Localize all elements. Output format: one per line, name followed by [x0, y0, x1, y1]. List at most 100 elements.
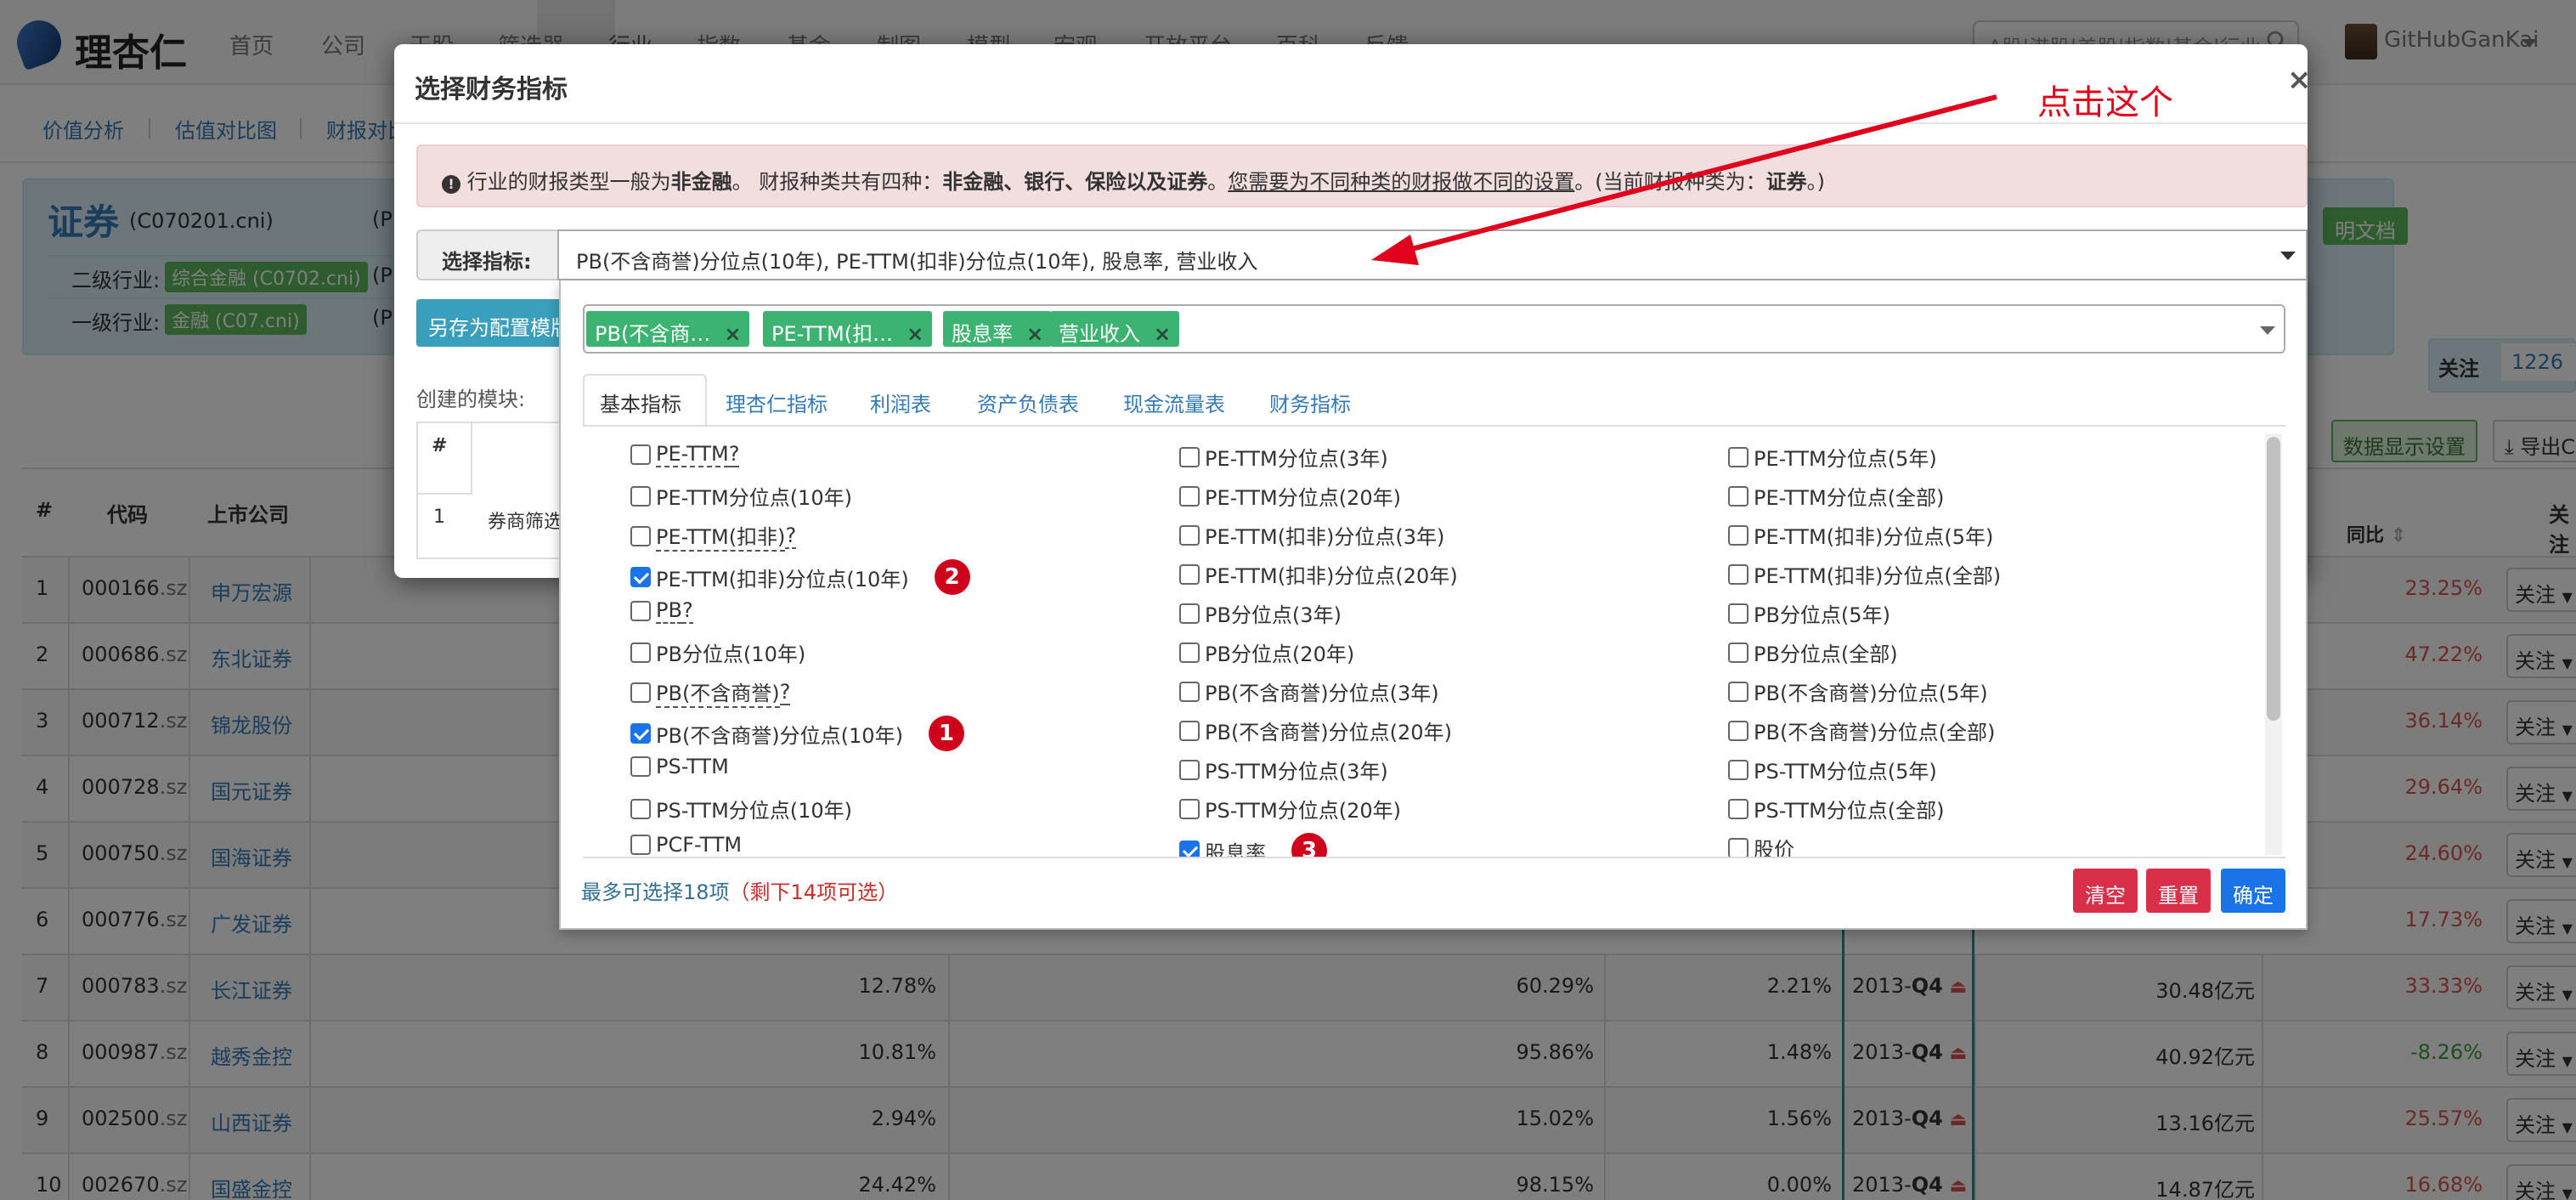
- tab-indicator-category[interactable]: 理杏仁指标: [726, 388, 828, 417]
- checkbox[interactable]: [630, 798, 651, 819]
- selected-tag[interactable]: PB(不含商… ×: [586, 311, 750, 347]
- checkbox[interactable]: [630, 485, 651, 507]
- option-label[interactable]: PB分位点(3年): [1205, 598, 1342, 628]
- option-label[interactable]: PB(不含商誉)分位点(5年): [1754, 676, 1988, 706]
- option-label[interactable]: PS-TTM: [656, 755, 729, 778]
- option-label[interactable]: PE-TTM(扣非)分位点(全部): [1754, 559, 2001, 589]
- checkbox[interactable]: [630, 567, 651, 587]
- close-icon[interactable]: ×: [2287, 63, 2312, 97]
- indicator-option[interactable]: PE-TTM分位点(全部): [1728, 481, 1944, 511]
- remove-tag-icon[interactable]: ×: [907, 322, 924, 346]
- option-label[interactable]: PE-TTM分位点(3年): [1205, 442, 1388, 472]
- option-label[interactable]: PE-TTM分位点(全部): [1754, 481, 1944, 511]
- checkbox[interactable]: [1728, 563, 1748, 585]
- indicator-option[interactable]: PE-TTM分位点(5年): [1728, 442, 1937, 472]
- selected-tag[interactable]: 营业收入 ×: [1050, 311, 1180, 347]
- indicator-option[interactable]: PE-TTM分位点(10年): [630, 481, 852, 511]
- checkbox[interactable]: [1179, 446, 1200, 467]
- selected-tag[interactable]: 股息率 ×: [943, 311, 1053, 347]
- indicator-option[interactable]: PB(不含商誉)分位点(3年): [1179, 676, 1439, 706]
- option-label[interactable]: 股息率: [1205, 836, 1266, 858]
- option-label[interactable]: PE-TTM(扣非): [656, 520, 786, 552]
- option-label[interactable]: PB分位点(5年): [1754, 598, 1890, 628]
- checkbox[interactable]: [630, 682, 651, 703]
- module-name[interactable]: 券商筛选: [488, 507, 564, 534]
- indicator-option[interactable]: 股息率 3: [1179, 833, 1327, 857]
- checkbox[interactable]: [630, 601, 651, 621]
- checkbox[interactable]: [1728, 759, 1748, 780]
- option-label[interactable]: PS-TTM分位点(20年): [1205, 794, 1401, 824]
- checkbox[interactable]: [630, 723, 651, 744]
- option-label[interactable]: PB(不含商誉)分位点(20年): [1205, 716, 1452, 745]
- remove-tag-icon[interactable]: ×: [1026, 322, 1043, 346]
- indicator-option[interactable]: PB分位点(20年): [1179, 637, 1354, 667]
- option-label[interactable]: 股价: [1754, 833, 1794, 857]
- indicator-option[interactable]: PB(不含商誉)分位点(全部): [1728, 716, 1995, 745]
- option-label[interactable]: PCF-TTM: [656, 833, 742, 857]
- checkbox[interactable]: [630, 642, 651, 663]
- checkbox[interactable]: [1179, 485, 1200, 507]
- clear-button[interactable]: 清空: [2073, 869, 2138, 913]
- option-label[interactable]: PE-TTM分位点(20年): [1205, 481, 1401, 511]
- indicator-option[interactable]: PB分位点(5年): [1728, 598, 1890, 628]
- indicator-option[interactable]: PCF-TTM: [630, 833, 742, 857]
- checkbox[interactable]: [1728, 603, 1748, 624]
- checkbox[interactable]: [630, 444, 651, 465]
- help-question-icon[interactable]: ?: [728, 442, 740, 467]
- checkbox[interactable]: [1728, 798, 1748, 819]
- checkbox[interactable]: [1728, 642, 1748, 663]
- indicator-option[interactable]: 股价: [1728, 833, 1794, 857]
- checkbox[interactable]: [1179, 841, 1200, 857]
- indicator-option[interactable]: PB?: [630, 598, 693, 624]
- checkbox[interactable]: [1728, 524, 1748, 546]
- tab-indicator-category[interactable]: 资产负债表: [977, 388, 1079, 417]
- option-label[interactable]: PB: [656, 598, 682, 624]
- indicator-option[interactable]: PE-TTM?: [630, 442, 740, 467]
- indicator-option[interactable]: PB(不含商誉)?: [630, 676, 791, 708]
- checkbox[interactable]: [1179, 759, 1200, 780]
- indicator-option[interactable]: PE-TTM分位点(20年): [1179, 481, 1401, 511]
- option-label[interactable]: PB(不含商誉)分位点(全部): [1754, 716, 1995, 745]
- checkbox[interactable]: [1179, 720, 1200, 741]
- option-label[interactable]: PB分位点(10年): [656, 637, 805, 667]
- tags-caret-icon[interactable]: [2260, 326, 2275, 335]
- checkbox[interactable]: [1728, 720, 1748, 741]
- indicator-option[interactable]: PE-TTM(扣非)分位点(5年): [1728, 520, 1993, 550]
- indicator-option[interactable]: PE-TTM分位点(3年): [1179, 442, 1388, 472]
- tab-indicator-category[interactable]: 现金流量表: [1123, 388, 1225, 417]
- remove-tag-icon[interactable]: ×: [1154, 322, 1171, 346]
- checkbox[interactable]: [1728, 485, 1748, 507]
- option-label[interactable]: PE-TTM(扣非)分位点(10年): [656, 563, 909, 592]
- indicator-option[interactable]: PS-TTM分位点(全部): [1728, 794, 1945, 824]
- indicator-option[interactable]: PB分位点(10年): [630, 637, 805, 667]
- option-label[interactable]: PB(不含商誉)分位点(3年): [1205, 676, 1439, 706]
- option-label[interactable]: PB分位点(全部): [1754, 637, 1898, 667]
- indicator-option[interactable]: PB(不含商誉)分位点(5年): [1728, 676, 1988, 706]
- checkbox[interactable]: [1728, 837, 1748, 857]
- option-label[interactable]: PS-TTM分位点(5年): [1754, 755, 1937, 784]
- tab-indicator-category[interactable]: 利润表: [870, 388, 931, 417]
- help-question-icon[interactable]: ?: [779, 680, 791, 705]
- option-label[interactable]: PE-TTM分位点(10年): [656, 481, 852, 511]
- remove-tag-icon[interactable]: ×: [724, 322, 741, 346]
- tab-indicator-category[interactable]: 基本指标: [600, 388, 681, 417]
- option-label[interactable]: PS-TTM分位点(全部): [1754, 794, 1945, 824]
- scrollbar-thumb[interactable]: [2267, 437, 2280, 721]
- checkbox[interactable]: [1179, 681, 1200, 702]
- indicator-option[interactable]: PE-TTM(扣非)分位点(10年) 2: [630, 559, 970, 595]
- option-label[interactable]: PB(不含商誉): [656, 676, 780, 708]
- option-label[interactable]: PE-TTM: [656, 442, 729, 467]
- indicator-option[interactable]: PS-TTM: [630, 755, 729, 778]
- checkbox[interactable]: [1179, 642, 1200, 663]
- indicator-option[interactable]: PB分位点(3年): [1179, 598, 1342, 628]
- checkbox[interactable]: [1728, 446, 1748, 467]
- indicator-option[interactable]: PS-TTM分位点(20年): [1179, 794, 1401, 824]
- indicator-option[interactable]: PB分位点(全部): [1728, 637, 1898, 667]
- checkbox[interactable]: [1179, 603, 1200, 624]
- select-caret-icon[interactable]: [2280, 252, 2296, 260]
- checkbox[interactable]: [1179, 798, 1200, 819]
- selected-tag[interactable]: PE-TTM(扣… ×: [763, 311, 933, 347]
- indicator-option[interactable]: PE-TTM(扣非)分位点(3年): [1179, 520, 1444, 550]
- indicator-option[interactable]: PS-TTM分位点(3年): [1179, 755, 1388, 784]
- indicator-option[interactable]: PB(不含商誉)分位点(20年): [1179, 716, 1452, 745]
